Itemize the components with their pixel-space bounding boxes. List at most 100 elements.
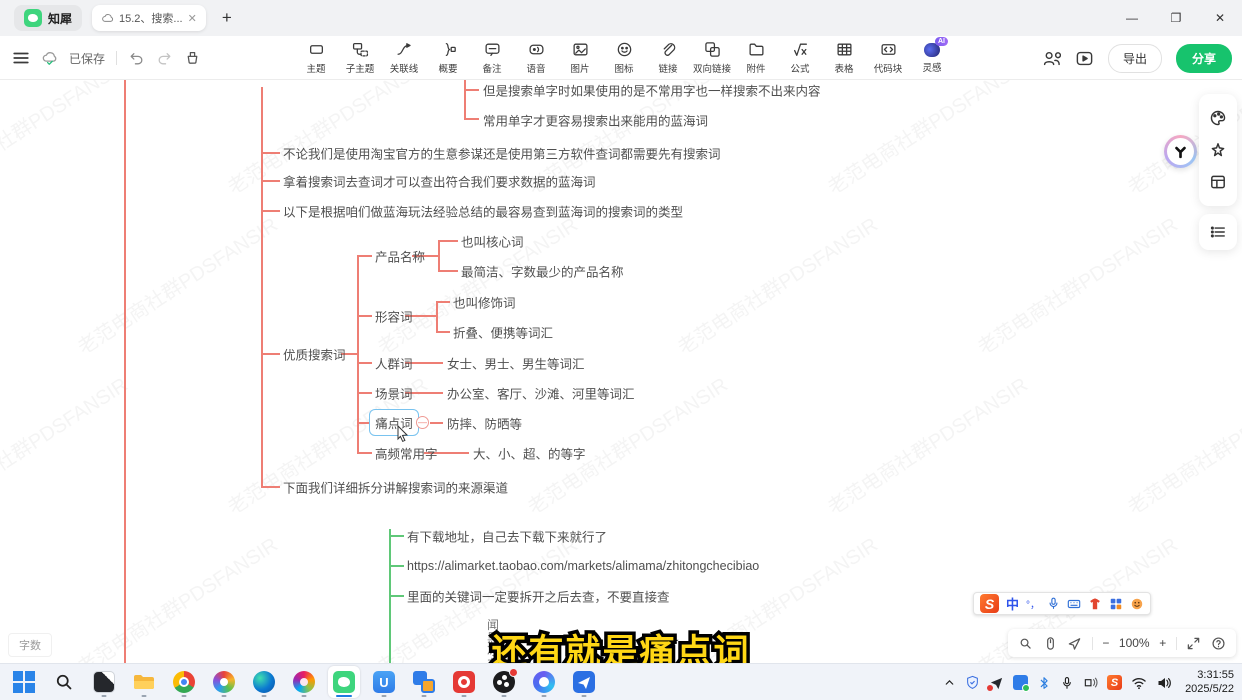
mindmap-node[interactable]: 但是搜索单字时如果使用的是不常用字也一样搜索不出来内容 — [483, 81, 821, 100]
zoom-out-button[interactable]: − — [1102, 636, 1109, 650]
mindmap-node[interactable]: 拿着搜索词去查词才可以查出符合我们要求数据的蓝海词 — [283, 172, 596, 191]
beautify-icon[interactable] — [1209, 141, 1227, 159]
restore-button[interactable]: ❐ — [1154, 0, 1198, 36]
help-icon[interactable] — [1211, 636, 1226, 651]
taskbar-edge[interactable] — [248, 666, 280, 698]
mindmap-node[interactable]: 也叫修饰词 — [453, 293, 516, 312]
minimize-button[interactable]: — — [1110, 0, 1154, 36]
mindmap-node[interactable]: 有下载地址，自己去下载下来就行了 — [407, 527, 607, 546]
word-count-label[interactable]: 字数 — [8, 633, 52, 657]
ime-toolbox-icon[interactable] — [1109, 597, 1123, 611]
tool-subtopic[interactable]: 子主题 — [338, 36, 382, 80]
ime-language-mode[interactable]: 中 — [1006, 594, 1019, 613]
bluetooth-icon[interactable] — [1037, 676, 1051, 690]
ime-logo-icon[interactable]: S — [980, 594, 999, 613]
tray-expand-icon[interactable] — [943, 676, 956, 689]
share-button[interactable]: 分享 — [1176, 44, 1232, 73]
taskbar-obs[interactable] — [488, 666, 520, 698]
taskbar-file-explorer[interactable] — [128, 666, 160, 698]
new-tab-button[interactable]: + — [222, 8, 232, 28]
locate-center-icon[interactable] — [1067, 636, 1082, 651]
collapse-button[interactable]: — — [416, 416, 429, 429]
tool-table[interactable]: 表格 — [822, 36, 866, 80]
wifi-icon[interactable] — [1131, 676, 1147, 690]
export-button[interactable]: 导出 — [1108, 44, 1162, 73]
format-painter-icon[interactable] — [184, 50, 201, 67]
mindmap-node[interactable]: 优质搜索词 — [283, 345, 346, 364]
ime-emoji-icon[interactable] — [1130, 597, 1144, 611]
audio-device-icon[interactable] — [1083, 675, 1098, 690]
tool-note[interactable]: 备注 — [470, 36, 514, 80]
taskbar-search-button[interactable] — [48, 666, 80, 698]
mindmap-node[interactable]: 也叫核心词 — [461, 232, 524, 251]
tool-attachment[interactable]: 附件 — [734, 36, 778, 80]
taskbar-zhixi-active[interactable] — [328, 666, 360, 698]
taskbar-app-recorder[interactable] — [448, 666, 480, 698]
taskbar-app-browser-purple[interactable] — [528, 666, 560, 698]
mindmap-canvas[interactable]: 老范电商社群PDSFANSIR老范电商社群PDSFANSIR老范电商社群PDSF… — [0, 80, 1242, 663]
app-home-button[interactable]: 知犀 — [14, 5, 82, 31]
mindmap-node[interactable]: 产品名称 — [375, 247, 425, 266]
tool-bidirectional-link[interactable]: 双向链接 — [690, 36, 734, 80]
mindmap-node[interactable]: https://alimarket.taobao.com/markets/ali… — [407, 559, 759, 573]
brand-badge[interactable] — [1164, 135, 1197, 168]
mindmap-node[interactable]: 以下是根据咱们做蓝海玩法经验总结的最容易查到蓝海词的搜索词的类型 — [283, 202, 683, 221]
fullscreen-icon[interactable] — [1186, 636, 1201, 651]
mindmap-node[interactable]: 最简洁、字数最少的产品名称 — [461, 262, 624, 281]
mindmap-node[interactable]: 场景词 — [375, 384, 413, 403]
collaborate-icon[interactable] — [1042, 49, 1061, 68]
mindmap-node[interactable]: 女士、男士、男生等词汇 — [447, 354, 585, 373]
mindmap-node[interactable]: 里面的关键词一定要拆开之后去查，不要直接查 — [407, 587, 670, 606]
tutorial-video-icon[interactable] — [1075, 49, 1094, 68]
mindmap-node[interactable]: 形容词 — [375, 307, 413, 326]
tool-emoji[interactable]: 图标 — [602, 36, 646, 80]
theme-palette-icon[interactable] — [1209, 109, 1227, 127]
mindmap-node[interactable]: 防摔、防晒等 — [447, 414, 522, 433]
tool-formula[interactable]: 公式 — [778, 36, 822, 80]
document-tab[interactable]: 15.2、搜索... ✕ — [92, 5, 206, 31]
ime-skin-icon[interactable] — [1088, 597, 1102, 611]
tool-relation-line[interactable]: 关联线 — [382, 36, 426, 80]
tool-topic[interactable]: 主题 — [294, 36, 338, 80]
taskbar-chrome[interactable] — [168, 666, 200, 698]
search-canvas-icon[interactable] — [1018, 636, 1033, 651]
taskbar-app-media[interactable] — [288, 666, 320, 698]
mindmap-node[interactable]: 常用单字才更容易搜索出来能用的蓝海词 — [483, 111, 708, 130]
tab-close-icon[interactable]: ✕ — [188, 12, 197, 25]
outline-list-icon[interactable] — [1209, 223, 1227, 241]
mindmap-node[interactable]: 大、小、超、的等字 — [473, 444, 586, 463]
structure-layout-icon[interactable] — [1209, 173, 1227, 191]
mindmap-node[interactable]: 不论我们是使用淘宝官方的生意参谋还是使用第三方软件查词都需要先有搜索词 — [283, 144, 721, 163]
tool-link[interactable]: 链接 — [646, 36, 690, 80]
tool-ai-inspiration[interactable]: AI 灵感 — [910, 36, 954, 80]
mindmap-node[interactable]: 人群词 — [375, 354, 413, 373]
update-check-icon[interactable] — [1013, 675, 1028, 690]
taskbar-app-colorwheel[interactable] — [208, 666, 240, 698]
taskbar-app-windows-manager[interactable] — [408, 666, 440, 698]
mouse-mode-icon[interactable] — [1043, 636, 1058, 651]
sogou-tray-icon[interactable]: S — [1107, 675, 1122, 690]
taskbar-app-u[interactable]: U — [368, 666, 400, 698]
menu-icon[interactable] — [12, 49, 30, 67]
redo-icon[interactable] — [156, 50, 173, 67]
telegram-icon[interactable] — [989, 675, 1004, 690]
taskbar-start-button[interactable] — [8, 666, 40, 698]
volume-icon[interactable] — [1156, 676, 1172, 690]
mindmap-node[interactable]: 折叠、便携等词汇 — [453, 323, 553, 342]
mindmap-node[interactable]: 下面我们详细拆分讲解搜索词的来源渠道 — [283, 478, 508, 497]
ime-keyboard-icon[interactable] — [1067, 597, 1081, 611]
microphone-icon[interactable] — [1060, 676, 1074, 690]
taskbar-app-capture[interactable] — [88, 666, 120, 698]
tool-image[interactable]: 图片 — [558, 36, 602, 80]
zoom-in-button[interactable]: + — [1159, 636, 1166, 650]
tool-code-block[interactable]: 代码块 — [866, 36, 910, 80]
tool-summary[interactable]: 概要 — [426, 36, 470, 80]
close-button[interactable]: ✕ — [1198, 0, 1242, 36]
mindmap-node[interactable]: 高频常用字 — [375, 444, 438, 463]
taskbar-app-plane[interactable] — [568, 666, 600, 698]
ime-punctuation-mode[interactable]: °， — [1026, 596, 1040, 611]
mindmap-node[interactable]: 办公室、客厅、沙滩、河里等词汇 — [447, 384, 635, 403]
tool-voice[interactable]: 语音 — [514, 36, 558, 80]
mindmap-node-selected[interactable]: 痛点词 — [369, 409, 419, 436]
undo-icon[interactable] — [128, 50, 145, 67]
